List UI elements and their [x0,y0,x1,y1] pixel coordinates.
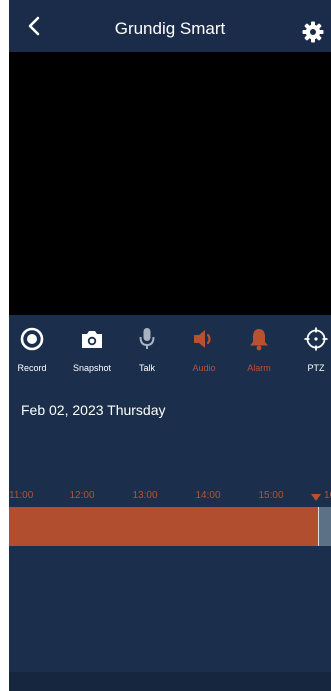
microphone-icon [139,328,155,349]
recording-segment[interactable] [9,507,318,546]
talk-label: Talk [138,363,155,373]
timeline-tick: 15:00 [258,490,284,501]
playhead-marker[interactable] [311,494,321,501]
timeline-tick: 11:00 [9,490,34,501]
record-button[interactable]: Record [9,320,62,378]
crosshair-icon [304,327,328,351]
left-edge-strip [0,0,9,691]
speaker-icon [194,330,211,348]
alarm-button[interactable]: Alarm [229,320,289,378]
control-toolbar: Record Snapshot Talk Audio Alarm PTZ [9,320,331,378]
talk-button[interactable]: Talk [117,320,177,378]
snapshot-button[interactable]: Snapshot [62,320,122,378]
gear-icon [302,21,324,43]
app-screen: Grundig Smart Record Snapshot Talk Audio… [9,0,331,691]
playhead-line [318,507,319,546]
timeline-remaining [318,507,331,546]
record-icon [20,327,44,351]
alarm-label: Alarm [247,363,271,373]
date-label: Feb 02, 2023 Thursday [21,402,166,418]
camera-icon [82,331,102,348]
record-label: Record [17,363,47,373]
timeline-tick: 13:00 [132,490,158,501]
playback-timeline[interactable]: 11:00 12:00 13:00 14:00 15:00 16 [9,490,331,550]
header-bar: Grundig Smart [9,0,331,52]
ptz-label: PTZ [307,363,325,373]
timeline-tick: 14:00 [195,490,221,501]
settings-button[interactable] [301,20,325,44]
timeline-tick: 12:00 [69,490,95,501]
bottom-bar [9,672,331,691]
video-player[interactable] [9,52,331,315]
page-title: Grundig Smart [114,19,226,38]
snapshot-label: Snapshot [72,363,112,373]
ptz-button[interactable]: PTZ [286,320,331,378]
bell-icon [250,329,268,351]
timeline-tick: 16 [324,490,331,501]
audio-button[interactable]: Audio [174,320,234,378]
audio-label: Audio [192,363,216,373]
